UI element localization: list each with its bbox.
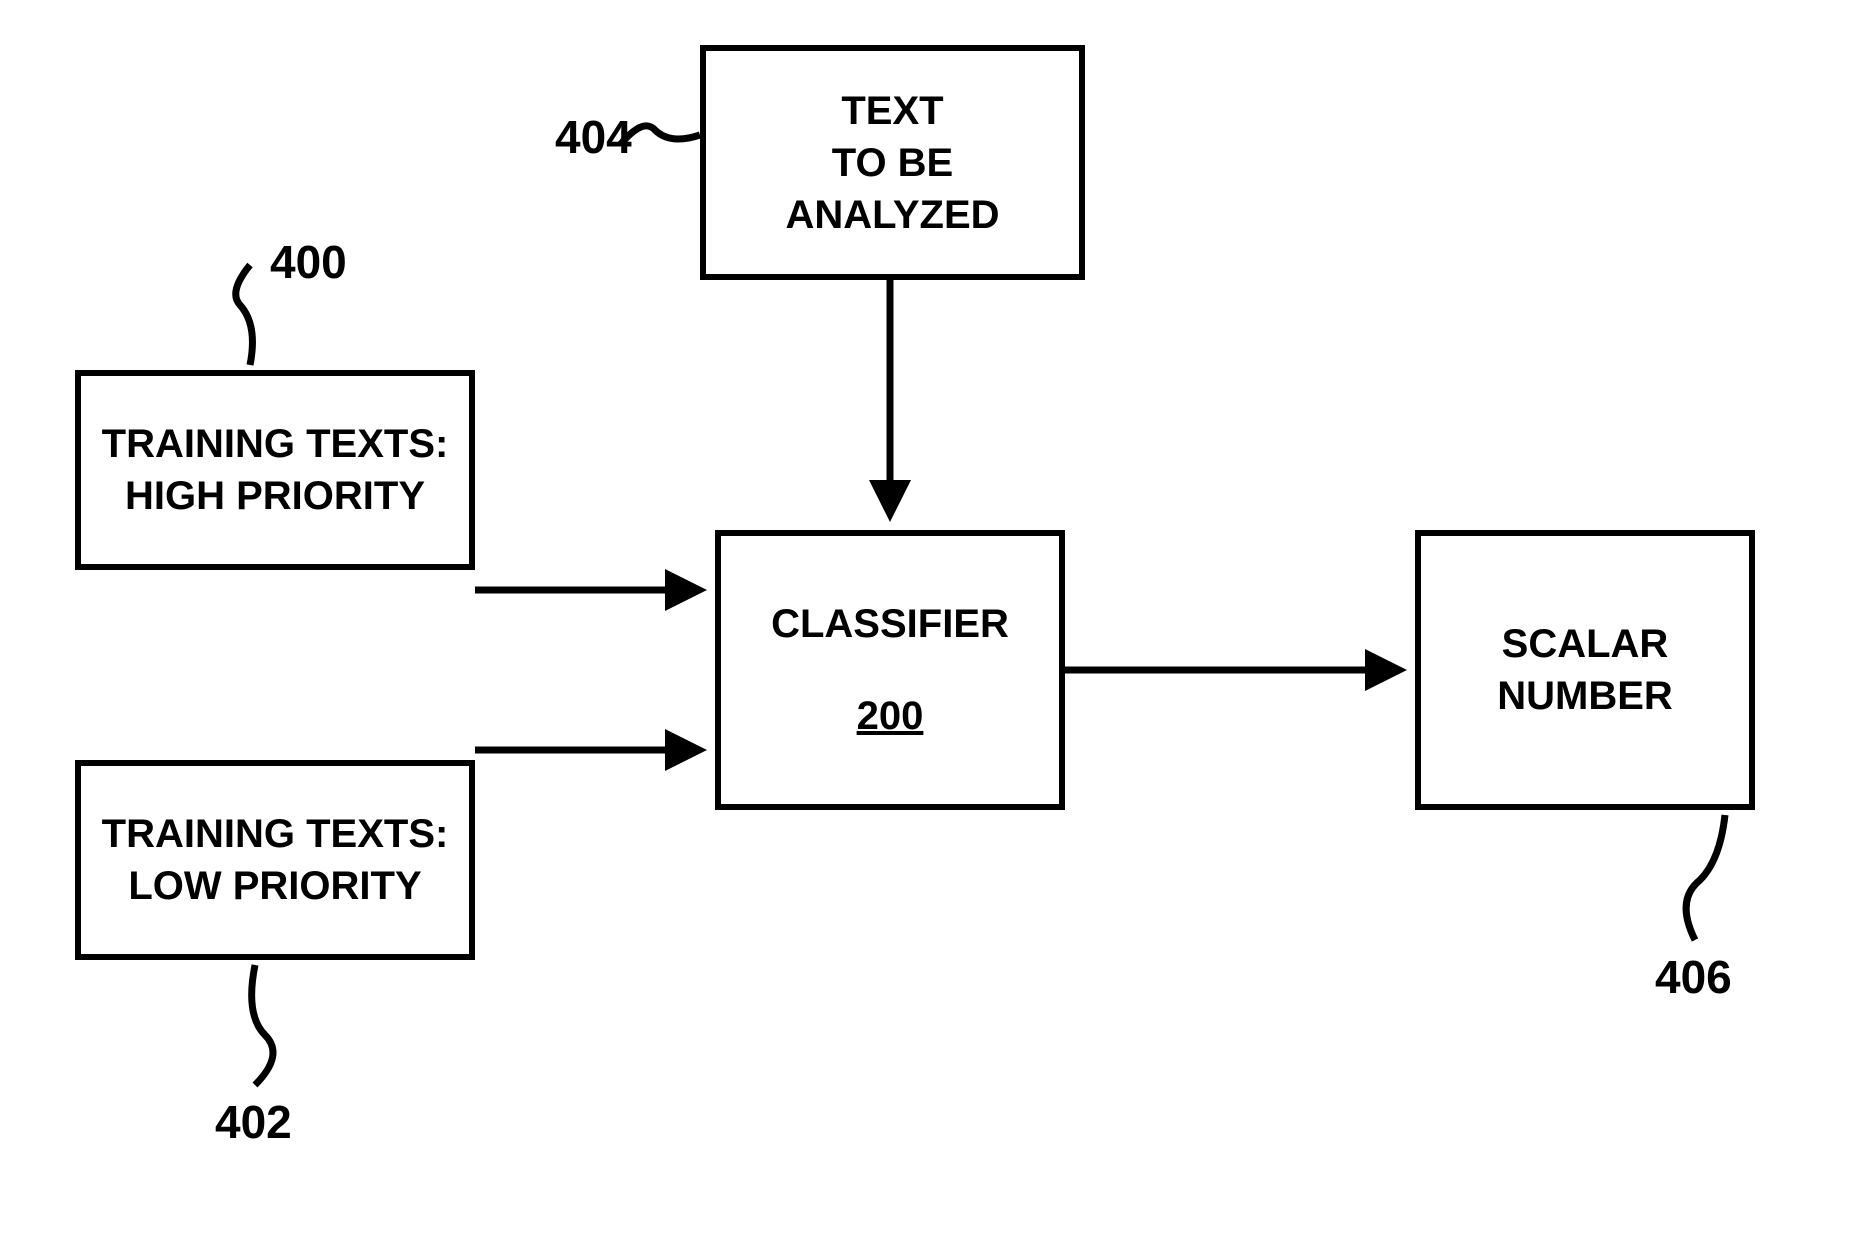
scalar-line2: NUMBER	[1497, 670, 1673, 722]
classifier-label: CLASSIFIER	[771, 598, 1009, 650]
box-training-low-priority: TRAINING TEXTS: LOW PRIORITY	[75, 760, 475, 960]
arrow-low-to-classifier	[475, 720, 720, 780]
ref-402: 402	[215, 1095, 292, 1149]
box-training-high-priority: TRAINING TEXTS: HIGH PRIORITY	[75, 370, 475, 570]
ref-400: 400	[270, 235, 347, 289]
callout-402	[200, 960, 320, 1090]
high-priority-line2: HIGH PRIORITY	[125, 470, 425, 522]
arrow-text-to-classifier	[860, 280, 920, 535]
high-priority-line1: TRAINING TEXTS:	[102, 418, 449, 470]
low-priority-line1: TRAINING TEXTS:	[102, 808, 449, 860]
arrow-classifier-to-scalar	[1065, 640, 1420, 700]
text-analyze-line1: TEXT	[841, 85, 943, 137]
classifier-id: 200	[857, 690, 924, 742]
box-classifier: CLASSIFIER 200	[715, 530, 1065, 810]
ref-404: 404	[555, 110, 632, 164]
scalar-line1: SCALAR	[1502, 618, 1669, 670]
text-analyze-line3: ANALYZED	[785, 189, 999, 241]
box-scalar-number: SCALAR NUMBER	[1415, 530, 1755, 810]
arrow-high-to-classifier	[475, 560, 720, 620]
callout-406	[1640, 810, 1760, 950]
box-text-to-analyze: TEXT TO BE ANALYZED	[700, 45, 1085, 280]
text-analyze-line2: TO BE	[832, 137, 954, 189]
ref-406: 406	[1655, 950, 1732, 1004]
low-priority-line2: LOW PRIORITY	[128, 860, 421, 912]
